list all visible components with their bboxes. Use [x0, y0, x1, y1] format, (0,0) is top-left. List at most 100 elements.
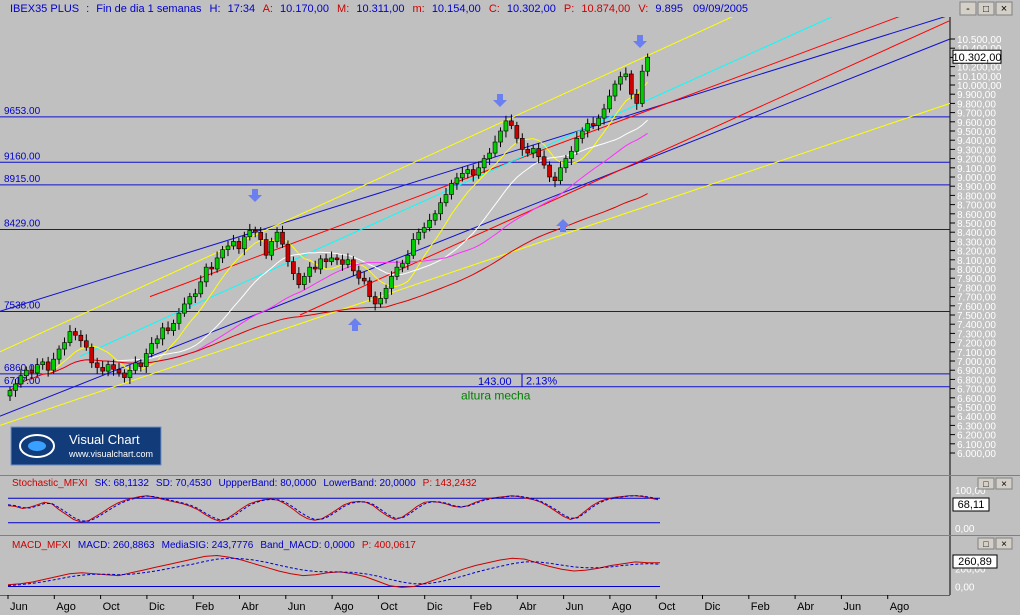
candle-body [13, 383, 18, 391]
candle-body [149, 343, 154, 354]
macd-pane[interactable]: MACD_MFXI MACD: 260,8863 MediaSIG: 243,777… [0, 536, 1020, 595]
candle-body [225, 245, 231, 250]
candle-body [427, 219, 432, 228]
candle-body [498, 130, 503, 143]
candle-body [312, 266, 318, 270]
stochastic-header-item: Stochastic_MFXI [12, 478, 88, 489]
candle-body [634, 93, 640, 104]
candle-body [214, 257, 220, 270]
candle-body [51, 358, 56, 371]
chart-header-bar: IBEX35 PLUS : Fin de dia 1 semanas H: 17… [0, 0, 1020, 17]
candle-body [410, 239, 416, 256]
candle-body [405, 254, 411, 264]
stochastic-maximize-icon: □ [983, 479, 989, 489]
candle-body [596, 117, 601, 126]
close-label: C: [489, 3, 500, 15]
candle-body [378, 298, 383, 305]
candle-body [285, 243, 291, 262]
candle-body [187, 296, 193, 305]
candle-body [176, 312, 182, 324]
candle-body [220, 249, 225, 259]
candle-body [460, 173, 465, 179]
candle-body [45, 361, 51, 371]
support-level-label: 7538.00 [4, 301, 41, 312]
candle-body [24, 369, 29, 377]
open-value: 10.170,00 [280, 3, 329, 15]
visual-chart-window: IBEX35 PLUS : Fin de dia 1 semanas H: 17… [0, 0, 1020, 615]
candle-body [367, 280, 373, 297]
price-chart[interactable]: 9653.009160.008915.008429.007538.006860.… [0, 17, 1020, 475]
range-percent-label: 2.13% [526, 375, 557, 387]
candle-body [329, 257, 334, 262]
x-tick-label: Abr [519, 601, 536, 613]
candle-body [514, 125, 520, 139]
candle-body [165, 327, 171, 331]
candle-body [62, 342, 67, 350]
candle-body [111, 364, 116, 370]
x-tick-label: Oct [658, 601, 675, 613]
candle-body [438, 202, 443, 215]
x-tick-label: Jun [843, 601, 861, 613]
candle-body [198, 281, 204, 295]
macd-maximize-icon: □ [983, 539, 989, 549]
x-tick-label: Dic [427, 601, 443, 613]
candle-body [612, 83, 618, 97]
candle-body [356, 270, 362, 279]
stochastic-y-tick-label: 0,00 [955, 524, 975, 535]
stochastic-pane[interactable]: Stochastic_MFXI SK: 68,1132 SD: 70,4530 Upp… [0, 476, 1020, 535]
candle-body [231, 241, 236, 247]
candle-body [269, 241, 274, 256]
candle-body [449, 183, 454, 195]
last-price-label: 10.302,00 [953, 52, 1002, 64]
support-level-label: 8915.00 [4, 174, 41, 185]
candle-body [40, 361, 46, 365]
candle-body [607, 95, 612, 110]
window-controls: - □ × [959, 1, 1013, 16]
range-value-label: 143.00 [478, 376, 512, 388]
candle-body [209, 266, 214, 270]
candle-body [443, 194, 449, 204]
candle-body [601, 108, 607, 119]
candle-body [318, 258, 323, 270]
logo-url: www.visualchart.com [68, 449, 153, 459]
candle-body [400, 263, 405, 268]
candle-body [623, 73, 629, 78]
candle-body [345, 259, 351, 265]
low-value: 10.154,00 [432, 3, 481, 15]
candle-body [100, 367, 105, 372]
candle-body [274, 231, 280, 242]
price-chart-area[interactable] [0, 17, 950, 475]
candle-body [509, 120, 514, 126]
candle-body [182, 303, 187, 314]
candle-body [263, 239, 269, 256]
candle-body [143, 353, 149, 367]
candle-body [138, 362, 144, 367]
candle-body [296, 273, 302, 285]
candle-body [258, 231, 264, 240]
stochastic-pane-controls: □ × [977, 477, 1013, 490]
x-tick-label: Jun [288, 601, 306, 613]
x-tick-label: Oct [103, 601, 120, 613]
candle-body [432, 213, 438, 221]
candle-body [519, 138, 525, 150]
x-tick-label: Ago [334, 601, 354, 613]
stochastic-close-icon: × [1001, 479, 1007, 490]
candle-body [133, 362, 138, 371]
candle-body [465, 169, 471, 174]
candle-body [56, 348, 62, 360]
stochastic-header-item: UppperBand: 80,0000 [219, 478, 317, 489]
minimize-icon: - [966, 3, 970, 15]
candle-body [481, 158, 487, 169]
candle-body [487, 152, 492, 159]
logo-name: Visual Chart [69, 432, 140, 447]
support-level-label: 9653.00 [4, 106, 41, 117]
candle-body [383, 288, 389, 299]
stochastic-header-item: P: 143,2432 [423, 478, 477, 489]
time-axis: Jun Ago Oct Dic Feb Abr Jun Ago Oct Dic Feb Abr Jun A… [0, 595, 1020, 615]
candle-body [421, 227, 427, 233]
candle-body [585, 123, 591, 132]
macd-y-tick-label: 0,00 [955, 583, 975, 594]
candle-body [291, 261, 296, 274]
candle-body [558, 167, 563, 181]
candle-body [34, 364, 40, 374]
